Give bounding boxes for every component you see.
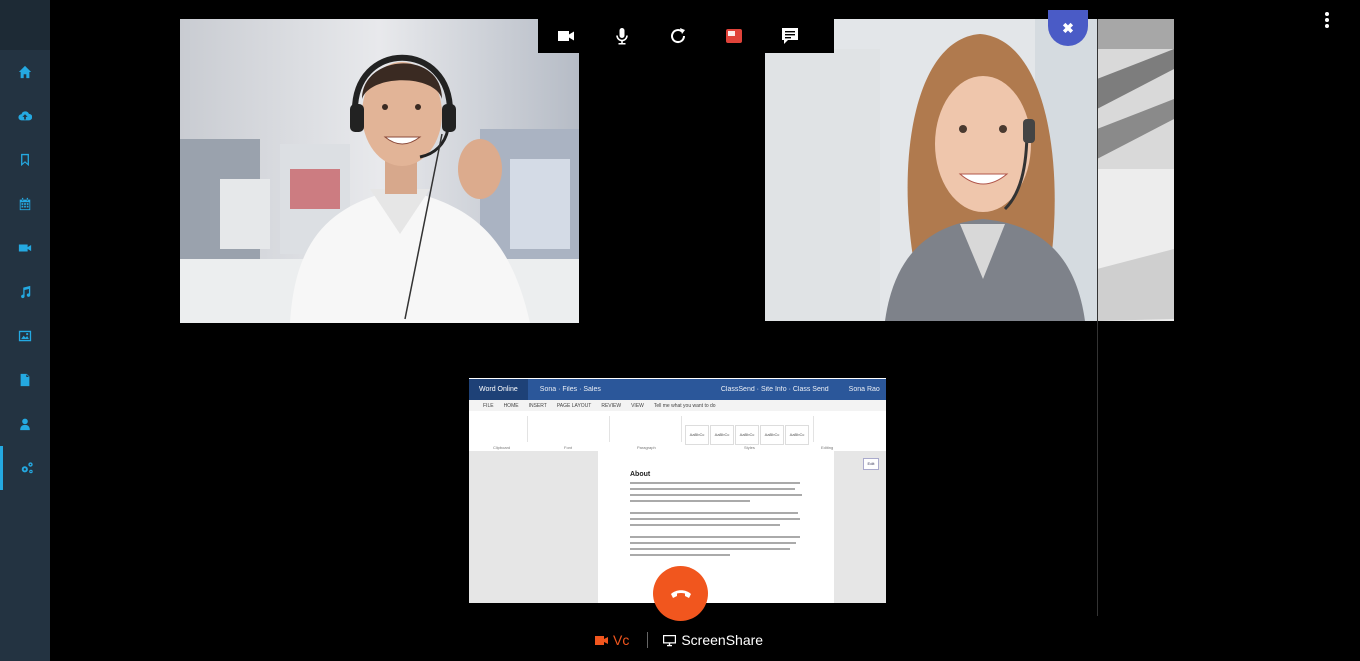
video-divider bbox=[1097, 19, 1098, 616]
sidebar-item-images[interactable] bbox=[0, 314, 50, 358]
shared-app-name: Word Online bbox=[469, 379, 528, 400]
close-icon: ✖ bbox=[1062, 19, 1074, 36]
tab-vc[interactable]: Vc bbox=[594, 632, 629, 648]
shared-tab: PAGE LAYOUT bbox=[556, 402, 592, 409]
sidebar-item-music[interactable] bbox=[0, 270, 50, 314]
tab-separator bbox=[647, 632, 649, 648]
video-camera-icon bbox=[18, 244, 32, 252]
sidebar-item-upload[interactable] bbox=[0, 94, 50, 138]
document-icon bbox=[20, 373, 30, 387]
shared-doc-page: About bbox=[598, 451, 834, 603]
style-preview: AaBbCc bbox=[785, 425, 809, 445]
shared-tab: HOME bbox=[503, 402, 519, 409]
shared-doc-heading: About bbox=[630, 471, 651, 478]
settings-network-icon bbox=[21, 462, 33, 474]
shared-tab: FILE bbox=[483, 402, 494, 409]
call-control-bar bbox=[538, 19, 834, 53]
shared-tab: INSERT bbox=[528, 402, 547, 409]
cloud-upload-icon bbox=[18, 111, 32, 121]
shared-user-name: Sona Rao bbox=[848, 386, 880, 393]
shared-ribbon-tabs: FILE HOME INSERT PAGE LAYOUT REVIEW VIEW… bbox=[469, 400, 886, 411]
chat-icon bbox=[782, 28, 798, 44]
style-preview: AaBbCc bbox=[710, 425, 734, 445]
stop-share-button[interactable] bbox=[706, 19, 762, 53]
calendar-icon bbox=[19, 197, 31, 211]
shared-tab: VIEW bbox=[631, 402, 644, 409]
remote-video-2 bbox=[765, 19, 1097, 321]
refresh-button[interactable] bbox=[650, 19, 706, 53]
stop-share-icon bbox=[726, 29, 742, 43]
refresh-icon bbox=[671, 28, 686, 44]
monitor-icon bbox=[663, 634, 677, 646]
style-preview: AaBbCc bbox=[760, 425, 784, 445]
sidebar-item-home[interactable] bbox=[0, 50, 50, 94]
remote-video-3 bbox=[1097, 19, 1174, 321]
ribbon-group-label: Editing bbox=[821, 445, 834, 450]
ribbon-group bbox=[529, 416, 610, 442]
shared-side-panel: Edit bbox=[863, 458, 879, 470]
home-icon bbox=[18, 65, 32, 79]
sidebar-header bbox=[0, 0, 50, 50]
user-icon bbox=[20, 418, 30, 431]
phone-hangup-icon bbox=[670, 589, 691, 598]
shared-app-titlebar: Word Online Sona · Files · Sales ClassSe… bbox=[469, 378, 886, 400]
toggle-camera-button[interactable] bbox=[538, 19, 594, 53]
tab-vc-label: Vc bbox=[613, 632, 630, 648]
style-preview: AaBbCc bbox=[685, 425, 709, 445]
microphone-icon bbox=[616, 28, 628, 45]
sidebar-item-video[interactable] bbox=[0, 226, 50, 270]
ribbon-group-label: Paragraph bbox=[637, 445, 656, 450]
sidebar-item-settings[interactable] bbox=[0, 446, 50, 490]
sidebar-item-calendar[interactable] bbox=[0, 182, 50, 226]
view-mode-tabs: Vc ScreenShare bbox=[594, 632, 763, 648]
video-camera-icon bbox=[595, 635, 608, 645]
ribbon-group-label: Styles bbox=[744, 445, 755, 450]
shared-doc-name: ClassSend · Site Info · Class Send bbox=[720, 386, 829, 393]
tab-screenshare-label: ScreenShare bbox=[681, 632, 764, 648]
sidebar-item-documents[interactable] bbox=[0, 358, 50, 402]
sidebar bbox=[0, 0, 50, 661]
remote-video-1 bbox=[180, 19, 579, 323]
bookmark-icon bbox=[21, 153, 29, 167]
ribbon-group-label: Clipboard bbox=[493, 445, 511, 450]
sidebar-item-bookmark[interactable] bbox=[0, 138, 50, 182]
ribbon-group bbox=[469, 416, 528, 442]
shared-ribbon: AaBbCc AaBbCc AaBbCc AaBbCc AaBbCc Clipb… bbox=[469, 411, 886, 452]
more-options-icon[interactable] bbox=[1324, 12, 1330, 30]
tab-screenshare[interactable]: ScreenShare bbox=[662, 632, 763, 648]
shared-tab: Tell me what you want to do bbox=[653, 402, 716, 409]
sidebar-item-profile[interactable] bbox=[0, 402, 50, 446]
ribbon-group-label: Font bbox=[564, 445, 573, 450]
style-preview: AaBbCc bbox=[735, 425, 759, 445]
end-call-button[interactable] bbox=[653, 566, 708, 621]
chat-button[interactable] bbox=[762, 19, 818, 53]
ribbon-group bbox=[611, 416, 682, 442]
shared-tab: REVIEW bbox=[601, 402, 622, 409]
shared-breadcrumb: Sona · Files · Sales bbox=[539, 386, 601, 393]
toggle-microphone-button[interactable] bbox=[594, 19, 650, 53]
camera-icon bbox=[558, 31, 574, 41]
image-icon bbox=[18, 330, 32, 342]
music-icon bbox=[21, 285, 31, 299]
